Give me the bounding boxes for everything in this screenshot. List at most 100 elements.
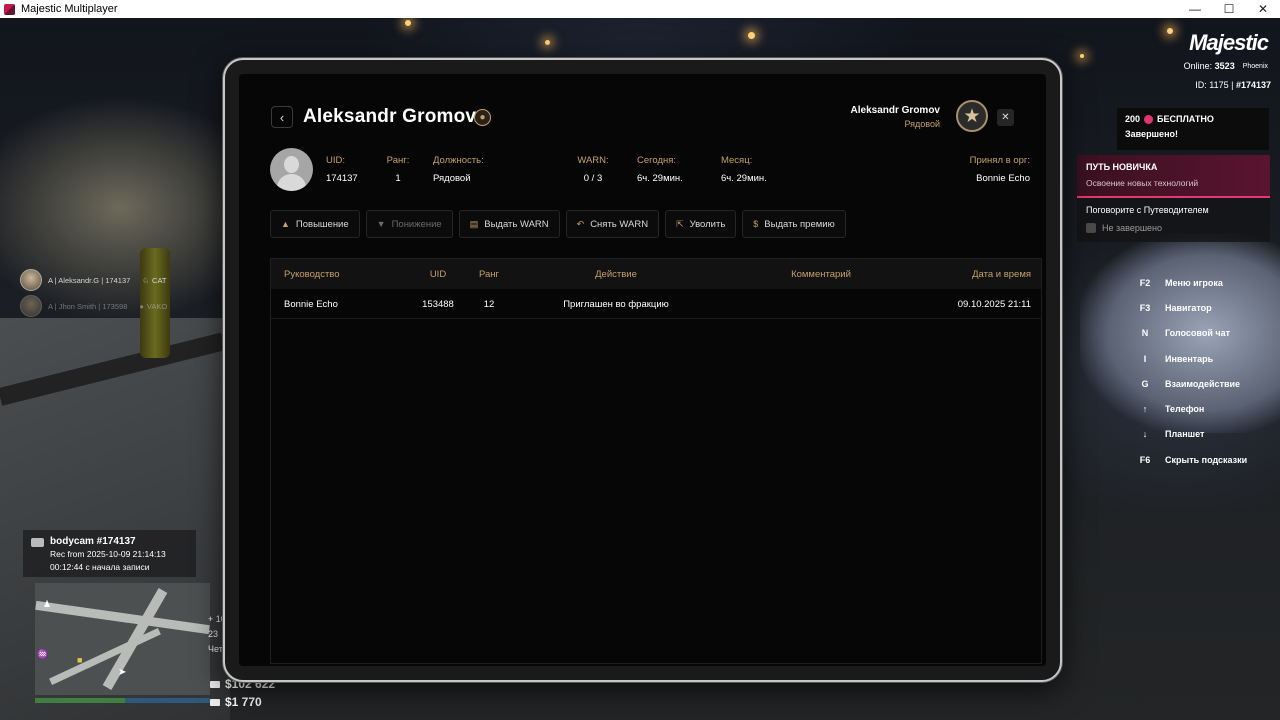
coin-icon bbox=[1144, 114, 1154, 124]
player-label: A | Jhon Smith | 173598 bbox=[48, 301, 128, 311]
close-window-button[interactable]: ✕ bbox=[1246, 0, 1280, 18]
quest-status: Не завершено bbox=[1102, 223, 1163, 233]
viewer-info: Aleksandr Gromov Рядовой bbox=[851, 105, 940, 129]
street-light bbox=[748, 32, 755, 39]
today-value: 6ч. 29мин. bbox=[637, 173, 683, 184]
bank-amount: $1 770 bbox=[225, 695, 262, 709]
profile-icon[interactable]: ● bbox=[474, 109, 491, 126]
hint-row: F2 Меню игрока bbox=[1133, 270, 1273, 295]
health-bar bbox=[35, 698, 125, 703]
action-bar: ▲ Повышение ▼ Понижение ▤ Выдать WARN ↶ Снят… bbox=[270, 210, 846, 238]
today-field: Сегодня: 6ч. 29мин. bbox=[637, 155, 683, 184]
minimize-button[interactable]: — bbox=[1178, 0, 1212, 18]
member-name: Aleksandr Gromov bbox=[303, 106, 477, 127]
hint-label: Инвентарь bbox=[1165, 353, 1214, 364]
rank-value: 1 bbox=[395, 173, 401, 184]
window-titlebar: Majestic Multiplayer — ☐ ✕ bbox=[0, 0, 1280, 18]
avatar bbox=[20, 295, 42, 317]
hint-row: ↓ Планшет bbox=[1133, 422, 1273, 447]
cat-icon: ♘ bbox=[142, 275, 150, 285]
key-hints: F2 Меню игрока F3 Навигатор N Голосовой чат… bbox=[1133, 270, 1273, 472]
promote-button[interactable]: ▲ Повышение bbox=[270, 210, 360, 238]
maximize-button[interactable]: ☐ bbox=[1212, 0, 1246, 18]
quest-subtitle: Освоение новых технологий bbox=[1086, 178, 1199, 188]
hint-label: Навигатор bbox=[1165, 302, 1212, 313]
remove-warn-button[interactable]: ↶ Снять WARN bbox=[565, 210, 660, 238]
street-light bbox=[545, 40, 550, 45]
hint-label: Скрыть подсказки bbox=[1165, 454, 1248, 465]
today-label: Сегодня: bbox=[637, 155, 677, 166]
tablet-frame: ‹ Aleksandr Gromov ● Aleksandr Gromov Ря… bbox=[223, 58, 1062, 682]
person-leave-icon: ⇱ bbox=[676, 218, 684, 229]
hint-key: ↑ bbox=[1142, 404, 1148, 415]
hint-label: Телефон bbox=[1165, 404, 1205, 415]
chevron-down-icon: ▼ bbox=[376, 219, 386, 229]
hint-row: F3 Навигатор bbox=[1133, 295, 1273, 320]
position-field: Должность: Рядовой bbox=[433, 155, 484, 184]
action-log-table: Руководство UID Ранг Действие Комментари… bbox=[270, 258, 1042, 664]
give-warn-label: Выдать WARN bbox=[484, 218, 549, 230]
id-label: ID: 1175 | bbox=[1195, 80, 1234, 90]
uid-value: 174137 bbox=[326, 173, 358, 184]
online-counter: Online: 3523 Phoenix bbox=[1184, 61, 1268, 71]
window-title: Majestic Multiplayer bbox=[21, 3, 118, 15]
promo-notification: 200 БЕСПЛАТНО Завершено! bbox=[1117, 108, 1269, 150]
promote-label: Повышение bbox=[295, 218, 349, 230]
give-warn-button[interactable]: ▤ Выдать WARN bbox=[458, 210, 560, 238]
column-header: Ранг bbox=[478, 268, 500, 280]
bodycam-rec: Rec from 2025-10-09 21:14:13 bbox=[50, 549, 166, 559]
street-light bbox=[405, 20, 411, 26]
give-bonus-button[interactable]: $ Выдать премию bbox=[742, 210, 846, 238]
quest-tracker: ПУТЬ НОВИЧКА Освоение новых технологий П… bbox=[1077, 155, 1270, 242]
dismiss-button[interactable]: ⇱ Уволить bbox=[665, 210, 737, 238]
close-icon: ✕ bbox=[1001, 112, 1010, 123]
month-label: Месяц: bbox=[721, 155, 753, 166]
position-value: Рядовой bbox=[433, 173, 471, 184]
close-button[interactable]: ✕ bbox=[997, 109, 1014, 126]
table-header: Руководство UID Ранг Действие Комментари… bbox=[271, 259, 1041, 289]
month-value: 6ч. 29мин. bbox=[721, 173, 767, 184]
bodycam-title: bodycam #174137 bbox=[50, 536, 136, 547]
cash-icon bbox=[210, 680, 220, 688]
promo-label: БЕСПЛАТНО bbox=[1157, 114, 1214, 124]
document-icon: ▤ bbox=[469, 218, 479, 229]
uid-cell: 153488 bbox=[422, 298, 454, 310]
player-id: ID: 1175 | #174137 bbox=[1195, 80, 1271, 90]
promo-amount: 200 bbox=[1125, 114, 1141, 124]
accepted-value: Bonnie Echo bbox=[976, 173, 1030, 184]
hint-row: ↑ Телефон bbox=[1133, 396, 1273, 421]
armor-bar bbox=[125, 698, 210, 703]
tools-icon: ♒ bbox=[37, 649, 49, 659]
demote-button[interactable]: ▼ Понижение bbox=[365, 210, 453, 238]
warn-field: WARN: 0 / 3 bbox=[571, 155, 615, 184]
coin-icon: $ bbox=[753, 219, 759, 229]
column-header: Действие bbox=[595, 268, 637, 280]
player-entry: A | Aleksandr.G | 174137 ♘ CAT bbox=[20, 267, 167, 293]
hint-key: G bbox=[1141, 378, 1149, 389]
back-button[interactable]: ‹ bbox=[271, 106, 293, 128]
id-value: #174137 bbox=[1235, 80, 1271, 90]
player-tag: CAT bbox=[152, 275, 167, 285]
warn-label: WARN: bbox=[577, 155, 609, 166]
minimap: ♟ ♒ ■ ➤ bbox=[35, 583, 210, 695]
rank-cell: 12 bbox=[483, 298, 495, 310]
majestic-logo: Majestic bbox=[1189, 30, 1269, 55]
person-icon: ♟ bbox=[43, 599, 52, 609]
rank-label: Ранг: bbox=[386, 155, 410, 166]
table-row[interactable]: Bonnie Echo 153488 12 Приглашен во фракц… bbox=[271, 289, 1041, 319]
avatar bbox=[20, 269, 42, 291]
map-road bbox=[49, 627, 161, 686]
hint-key: ↓ bbox=[1142, 429, 1148, 440]
bodycam-elapsed: 00:12:44 с начала записи bbox=[50, 562, 150, 572]
badge-icon: ● bbox=[139, 301, 144, 311]
column-header: Комментарий bbox=[791, 268, 851, 280]
action-cell: Приглашен во фракцию bbox=[563, 298, 669, 310]
undo-icon: ↶ bbox=[576, 218, 585, 229]
hint-row: F6 Скрыть подсказки bbox=[1133, 447, 1273, 472]
rank-field: Ранг: 1 bbox=[383, 155, 413, 184]
hint-key: I bbox=[1143, 353, 1147, 364]
nearby-players: A | Aleksandr.G | 174137 ♘ CAT A | Jhon S… bbox=[20, 267, 167, 319]
column-header: UID bbox=[429, 268, 447, 280]
month-field: Месяц: 6ч. 29мин. bbox=[721, 155, 767, 184]
remove-warn-label: Снять WARN bbox=[590, 218, 649, 230]
